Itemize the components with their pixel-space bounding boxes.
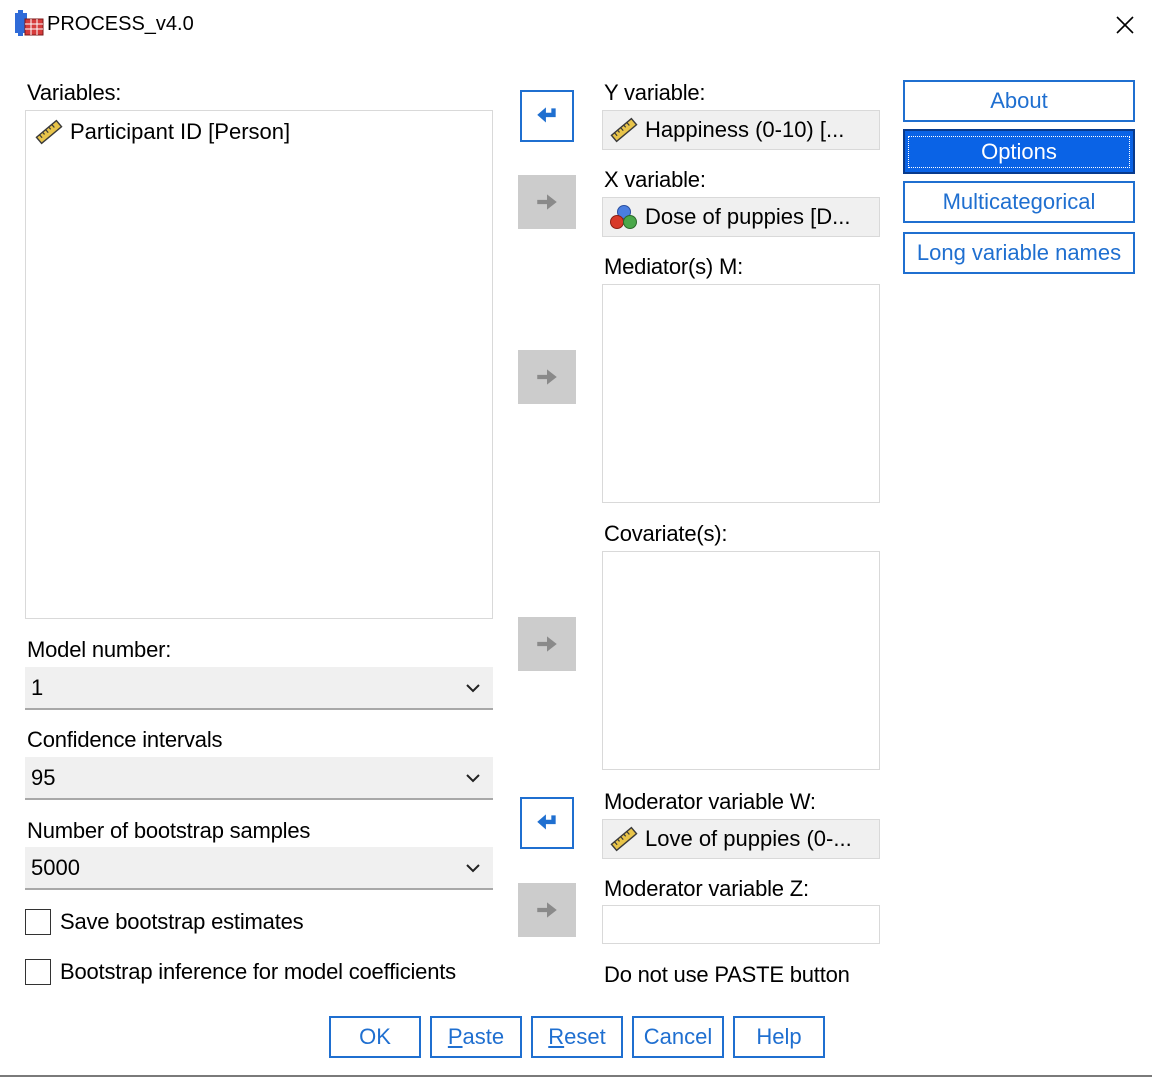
long-variable-names-button-label: Long variable names [916,240,1122,265]
variables-list[interactable]: Participant ID [Person] [25,110,493,619]
cancel-button-label: Cancel [643,1024,713,1049]
help-button[interactable]: Help [733,1016,825,1058]
x-variable-field[interactable]: Dose of puppies [D... [602,197,880,237]
x-variable-item[interactable]: Dose of puppies [D... [603,198,879,236]
moderator-z-label: Moderator variable Z: [604,876,809,901]
app-icon [13,10,45,36]
reset-button-label: Reset [548,1024,605,1050]
ok-button-label: OK [359,1024,391,1049]
y-variable-item[interactable]: Happiness (0-10) [... [603,111,879,149]
moderator-w-item[interactable]: Love of puppies (0-... [603,820,879,858]
arrow-right-icon [534,899,560,921]
window-title: PROCESS_v4.0 [47,13,194,35]
arrow-left-icon [534,812,560,834]
long-variable-names-button[interactable]: Long variable names [903,232,1135,274]
move-moderator-z-button[interactable] [518,883,576,937]
ruler-scale-icon [34,119,64,145]
options-button[interactable]: Options [903,129,1135,174]
move-mediators-button[interactable] [518,350,576,404]
arrow-right-icon [534,633,560,655]
arrow-right-icon [534,366,560,388]
moderator-w-label: Moderator variable W: [604,789,816,814]
about-button[interactable]: About [903,80,1135,122]
move-moderator-w-button[interactable] [520,797,574,849]
cancel-button[interactable]: Cancel [632,1016,724,1058]
x-variable-label: X variable: [604,167,706,192]
list-item-participant-id[interactable]: Participant ID [Person] [26,117,492,147]
covariates-label: Covariate(s): [604,521,728,546]
arrow-right-icon [534,191,560,213]
arrow-left-icon [534,105,560,127]
paste-rest: aste [462,1024,505,1049]
confidence-intervals-select[interactable]: 95 [25,757,493,800]
bootstrap-inference-label: Bootstrap inference for model coefficien… [60,959,456,984]
ok-button[interactable]: OK [329,1016,421,1058]
covariates-list[interactable] [602,551,880,770]
bootstrap-samples-select[interactable]: 5000 [25,847,493,890]
paste-mnemonic: P [447,1024,463,1049]
bootstrap-samples-label: Number of bootstrap samples [27,818,311,843]
close-icon [1116,16,1134,34]
chevron-down-icon [466,863,480,872]
model-number-label: Model number: [27,637,172,662]
chevron-down-icon [466,773,480,782]
nominal-circles-icon [609,204,639,230]
ruler-scale-icon [609,826,639,852]
move-x-variable-button[interactable] [518,175,576,229]
paste-button[interactable]: Paste [430,1016,522,1058]
moderator-w-field[interactable]: Love of puppies (0-... [602,819,880,859]
confidence-intervals-label: Confidence intervals [27,727,223,752]
save-bootstrap-label: Save bootstrap estimates [60,909,304,934]
bootstrap-inference-checkbox[interactable] [25,959,51,985]
paste-note: Do not use PASTE button [604,962,850,987]
window-bottom-border [0,1075,1152,1077]
reset-button[interactable]: Reset [531,1016,623,1058]
save-bootstrap-checkbox[interactable] [25,909,51,935]
about-button-label: About [990,88,1048,113]
model-number-select[interactable]: 1 [25,667,493,710]
reset-rest: eset [564,1024,606,1049]
y-variable-field[interactable]: Happiness (0-10) [... [602,110,880,150]
chevron-down-icon [466,683,480,692]
mediators-list[interactable] [602,284,880,503]
multicategorical-button-label: Multicategorical [942,189,1096,214]
y-variable-value: Happiness (0-10) [... [645,117,845,142]
multicategorical-button[interactable]: Multicategorical [903,181,1135,223]
options-button-label: Options [908,135,1130,168]
paste-button-label: Paste [448,1024,504,1050]
y-variable-label: Y variable: [604,80,706,105]
model-number-value: 1 [31,674,44,700]
moderator-w-value: Love of puppies (0-... [645,826,852,851]
x-variable-value: Dose of puppies [D... [645,204,851,229]
reset-mnemonic: R [548,1024,565,1049]
close-button[interactable] [1108,8,1142,42]
mediators-label: Mediator(s) M: [604,254,743,279]
move-covariates-button[interactable] [518,617,576,671]
variables-label: Variables: [27,80,122,105]
move-y-variable-button[interactable] [520,90,574,142]
moderator-z-field[interactable] [602,905,880,944]
confidence-intervals-value: 95 [31,764,56,790]
ruler-scale-icon [609,117,639,143]
list-item-label: Participant ID [Person] [70,119,291,144]
help-button-label: Help [756,1024,802,1049]
bootstrap-samples-value: 5000 [31,854,80,880]
